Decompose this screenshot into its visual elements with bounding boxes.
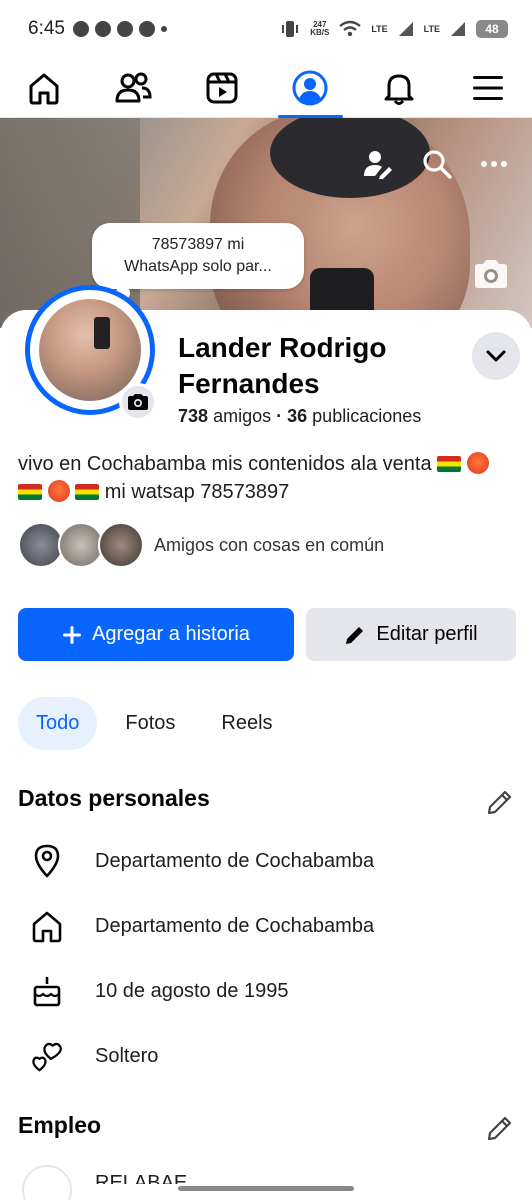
profile-note-bubble[interactable]: 78573897 mi WhatsApp solo par... [92,223,304,289]
more-options-icon[interactable] [480,160,508,168]
mutual-friend-avatar [98,522,144,568]
home-icon [29,73,59,104]
nav-video[interactable] [177,58,266,117]
detail-birthday: 10 de agosto de 1995 [30,971,510,1011]
vibrate-icon [282,21,299,37]
friends-icon [115,72,152,102]
avatar-image [39,299,141,401]
detail-text: Departamento de Cochabamba [95,849,375,872]
camera-icon [475,260,507,288]
friends-label[interactable]: amigos [213,406,271,426]
signal-icon-1 [398,22,413,36]
pencil-icon [346,626,364,644]
profile-action-buttons: Agregar a historia Editar perfil [18,608,516,661]
detail-text: 10 de agosto de 1995 [95,979,289,1002]
birthday-cake-icon [30,974,64,1008]
employment-title: Empleo [18,1112,102,1138]
top-nav-bar [0,58,532,118]
lte-label-1: LTE [371,24,388,34]
status-bar: 6:45 247 KB/S LTE LTE 48 [0,0,532,58]
tab-fotos[interactable]: Fotos [107,697,193,750]
edit-profile-label: Editar perfil [376,623,478,645]
home-icon [30,909,64,943]
detail-relationship: Soltero [30,1036,510,1076]
menu-icon [472,75,503,100]
note-text: 78573897 mi WhatsApp solo par... [124,236,272,275]
stats-separator: · [276,406,283,426]
tab-todo[interactable]: Todo [18,697,98,750]
add-story-button[interactable]: Agregar a historia [18,608,294,661]
detail-hometown: Departamento de Cochabamba [30,906,510,946]
status-notification-icons [72,21,167,37]
bolivia-flag-icon [75,484,100,500]
profile-bio: vivo en Cochabamba mis contenidos ala ve… [18,450,518,506]
search-icon[interactable] [422,149,452,179]
net-speed: 247 KB/S [310,20,330,37]
battery-icon: 48 [476,20,508,38]
bell-icon [384,74,414,105]
bolivia-flag-icon [437,456,462,472]
expand-profile-button[interactable] [472,332,520,380]
bio-text-2: mi watsap 78573897 [104,481,290,503]
detail-current-city: Departamento de Cochabamba [30,841,510,881]
profile-icon [292,70,328,105]
profile-tabs: Todo Fotos Reels [18,697,291,750]
messenger-icon [116,21,133,37]
more-dot-icon [160,26,167,32]
add-story-label: Agregar a historia [92,623,250,645]
detail-text: Departamento de Cochabamba [95,914,375,937]
tab-reels[interactable]: Reels [203,697,290,750]
whatsapp-icon [72,21,89,37]
status-time: 6:45 [28,18,65,39]
nav-home[interactable] [0,58,89,117]
lte-label-2: LTE [423,24,440,34]
plus-icon [63,625,82,644]
wifi-icon [339,20,362,37]
posts-label: publicaciones [312,406,422,426]
bolivia-flag-icon [18,484,42,500]
personal-details-title: Datos personales [18,785,210,811]
hot-face-icon [466,452,489,474]
edit-employment-button[interactable] [486,1114,514,1147]
posts-count: 36 [287,406,308,426]
nav-menu[interactable] [443,58,532,117]
camera-icon [128,394,148,410]
friends-count[interactable]: 738 [178,406,208,426]
pencil-icon [487,790,512,815]
nav-notifications[interactable] [355,58,444,117]
hearts-icon [30,1039,64,1073]
profile-stats: 738 amigos · 36 publicaciones [178,406,421,427]
edit-personal-details-button[interactable] [486,788,514,821]
nav-friends[interactable] [89,58,178,117]
detail-text: Soltero [95,1044,159,1067]
hot-face-icon [47,480,70,502]
mutual-friends-text: Amigos con cosas en común [154,534,385,555]
edit-user-icon[interactable] [362,148,394,180]
bio-text-1: vivo en Cochabamba mis contenidos ala ve… [18,453,432,475]
avatar-phone [94,317,110,349]
cover-actions [362,148,508,180]
mutual-friends-row[interactable]: Amigos con cosas en común [18,522,384,568]
avatar-camera-button[interactable] [119,383,157,421]
video-icon [206,72,238,103]
chevron-down-icon [486,350,506,362]
employer-text: RELABAE [95,1172,188,1184]
telegram-icon [94,21,111,37]
home-indicator[interactable] [178,1186,354,1191]
edit-profile-button[interactable]: Editar perfil [306,608,516,661]
location-pin-icon [30,844,64,878]
cover-camera-button[interactable] [472,258,510,295]
facebook-icon [138,21,155,37]
profile-name: Lander Rodrigo Fernandes [178,332,387,399]
pencil-icon [487,1116,512,1141]
nav-profile[interactable] [266,58,355,118]
signal-icon-2 [451,22,465,36]
